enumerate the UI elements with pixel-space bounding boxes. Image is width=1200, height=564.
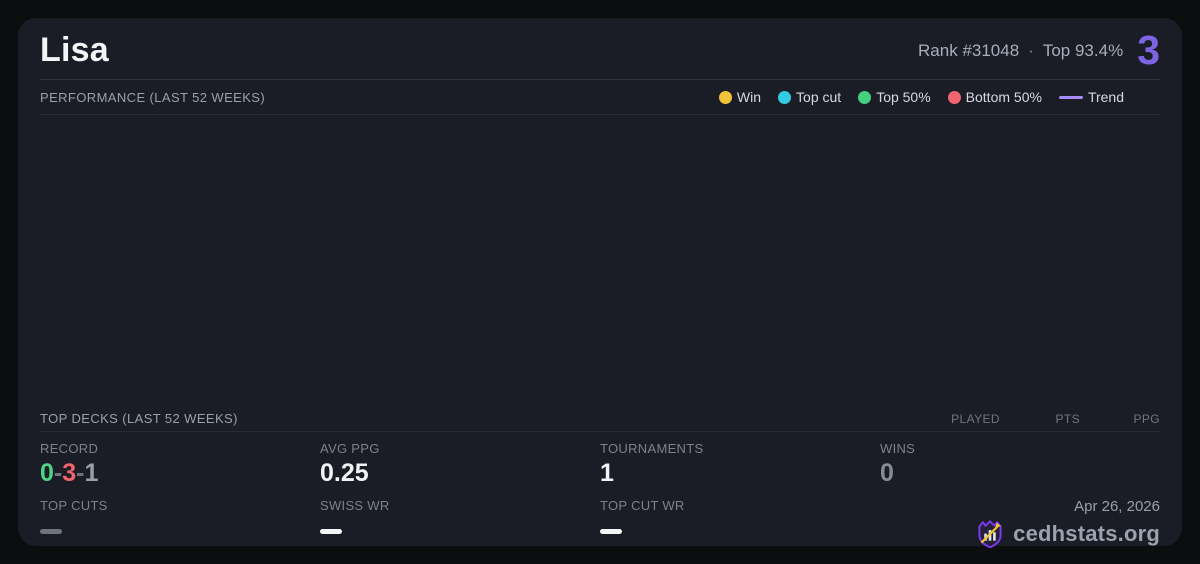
avg-ppg-label: AVG PPG — [320, 441, 600, 456]
rank-separator: · — [1028, 41, 1034, 61]
top-percent-text: Top 93.4% — [1043, 41, 1123, 61]
record-separator: - — [54, 459, 62, 487]
bottom50-dot-icon — [948, 91, 961, 104]
rank-summary: Rank #31048 · Top 93.4% 3 — [918, 30, 1160, 71]
legend-label-trend: Trend — [1088, 89, 1124, 105]
record-value: 0-3-1 — [40, 459, 320, 488]
performance-title: PERFORMANCE (LAST 52 WEEKS) — [40, 90, 265, 105]
legend-label-top-cut: Top cut — [796, 89, 841, 105]
top-cuts-label: TOP CUTS — [40, 498, 320, 513]
brand-row: cedhstats.org — [880, 518, 1160, 551]
stat-swiss-wr: SWISS WR — [320, 498, 600, 551]
record-losses: 3 — [62, 459, 76, 487]
top-cuts-no-value-dash — [40, 529, 62, 534]
stat-wins: WINS 0 — [880, 441, 1160, 498]
record-label: RECORD — [40, 441, 320, 456]
wins-label: WINS — [880, 441, 1160, 456]
legend-item-trend: Trend — [1059, 89, 1124, 105]
stat-record: RECORD 0-3-1 — [40, 441, 320, 498]
swiss-wr-label: SWISS WR — [320, 498, 600, 513]
stat-top-cuts: TOP CUTS — [40, 498, 320, 551]
legend-label-top50: Top 50% — [876, 89, 930, 105]
avg-ppg-value: 0.25 — [320, 459, 600, 488]
stats-grid: RECORD 0-3-1 AVG PPG 0.25 TOURNAMENTS 1 … — [40, 432, 1160, 551]
win-dot-icon — [719, 91, 732, 104]
rank-line: Rank #31048 · Top 93.4% — [918, 41, 1123, 61]
player-score: 3 — [1137, 30, 1160, 71]
legend-item-win: Win — [719, 89, 761, 105]
legend-label-bottom50: Bottom 50% — [966, 89, 1042, 105]
player-name: Lisa — [40, 31, 109, 70]
legend-item-bottom50: Bottom 50% — [948, 89, 1042, 105]
tournaments-label: TOURNAMENTS — [600, 441, 880, 456]
stat-avg-ppg: AVG PPG 0.25 — [320, 441, 600, 498]
trend-line-icon — [1059, 96, 1083, 99]
player-stats-card: Lisa Rank #31048 · Top 93.4% 3 PERFORMAN… — [18, 18, 1182, 546]
card-footer: Apr 26, 2026 cedhstats.org — [880, 498, 1160, 551]
column-header-played: PLAYED — [920, 412, 1000, 426]
performance-chart — [40, 115, 1160, 406]
column-header-pts: PTS — [1000, 412, 1080, 426]
column-header-ppg: PPG — [1080, 412, 1160, 426]
stat-tournaments: TOURNAMENTS 1 — [600, 441, 880, 498]
top50-dot-icon — [858, 91, 871, 104]
record-draws: 1 — [84, 459, 98, 487]
cedhstats-logo-icon — [975, 518, 1005, 551]
rank-text: Rank #31048 — [918, 41, 1019, 61]
top-decks-section-header: TOP DECKS (LAST 52 WEEKS) PLAYED PTS PPG — [40, 406, 1160, 432]
top-cut-dot-icon — [778, 91, 791, 104]
performance-section-header: PERFORMANCE (LAST 52 WEEKS) Win Top cut … — [40, 80, 1160, 115]
record-wins: 0 — [40, 459, 54, 487]
top-decks-title: TOP DECKS (LAST 52 WEEKS) — [40, 411, 238, 426]
chart-legend: Win Top cut Top 50% Bottom 50% Trend — [719, 89, 1124, 105]
legend-label-win: Win — [737, 89, 761, 105]
stat-top-cut-wr: TOP CUT WR — [600, 498, 880, 551]
wins-value: 0 — [880, 459, 1160, 488]
top-cut-wr-no-value-dash — [600, 529, 622, 534]
legend-item-top-cut: Top cut — [778, 89, 841, 105]
report-date: Apr 26, 2026 — [880, 498, 1160, 515]
top-decks-column-headers: PLAYED PTS PPG — [920, 412, 1160, 426]
brand-name: cedhstats.org — [1013, 521, 1160, 547]
legend-item-top50: Top 50% — [858, 89, 930, 105]
top-cut-wr-label: TOP CUT WR — [600, 498, 880, 513]
tournaments-value: 1 — [600, 459, 880, 488]
swiss-wr-no-value-dash — [320, 529, 342, 534]
card-header: Lisa Rank #31048 · Top 93.4% 3 — [40, 18, 1160, 80]
